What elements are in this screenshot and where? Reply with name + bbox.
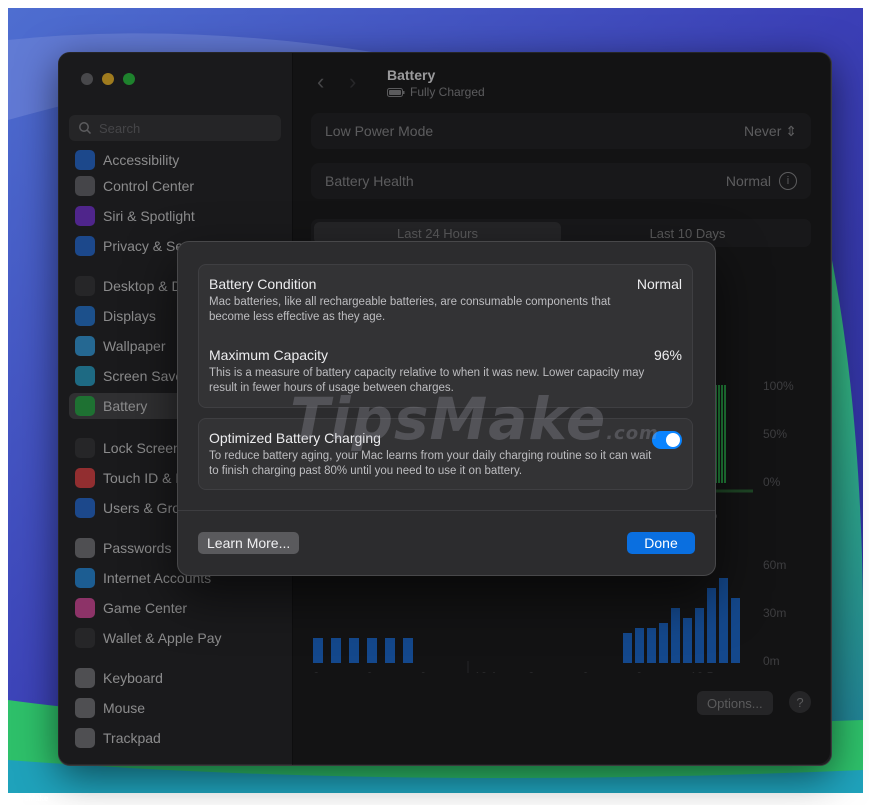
condition-title: Battery Condition [209, 276, 317, 292]
brand-label: TipsMake [12, 794, 49, 803]
optimized-charging-description: To reduce battery aging, your Mac learns… [209, 450, 652, 477]
watermark-logo: TipsMake.com [290, 385, 659, 453]
divider [178, 510, 715, 511]
condition-value: Normal [636, 276, 682, 292]
toggle-knob [666, 433, 680, 447]
done-button[interactable]: Done [627, 532, 695, 554]
learn-more-button[interactable]: Learn More... [198, 532, 300, 554]
capacity-value: 96% [653, 347, 682, 363]
condition-description: Mac batteries, like all rechargeable bat… [209, 296, 611, 323]
capacity-title: Maximum Capacity [209, 347, 329, 363]
